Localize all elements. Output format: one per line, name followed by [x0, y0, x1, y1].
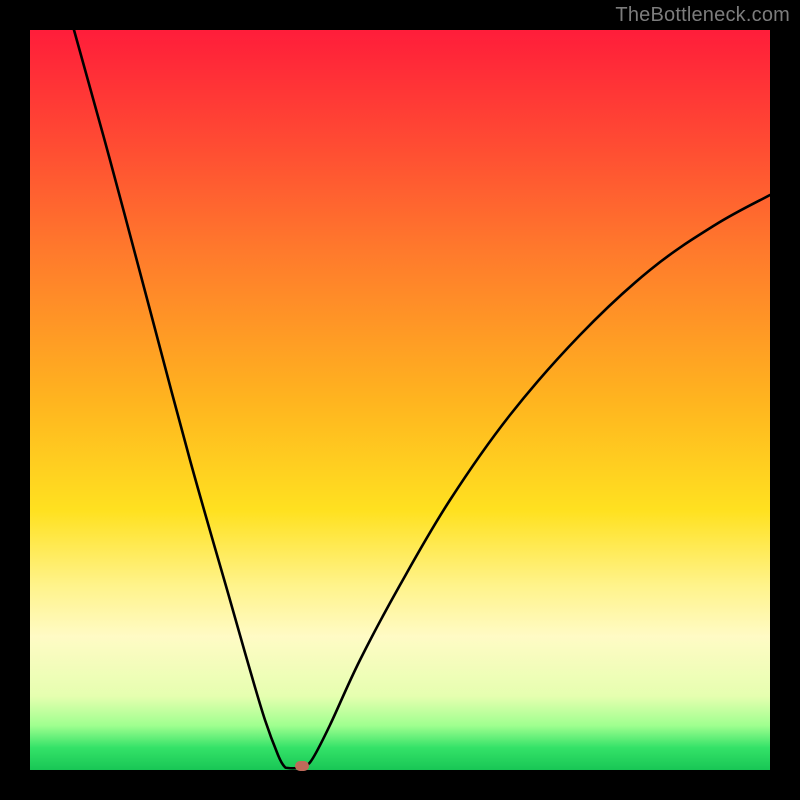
- optimal-point-marker: [295, 761, 309, 771]
- chart-frame: TheBottleneck.com: [0, 0, 800, 800]
- curve-path: [74, 30, 770, 768]
- bottleneck-curve: [30, 30, 770, 770]
- gradient-plot-area: [30, 30, 770, 770]
- watermark-text: TheBottleneck.com: [615, 4, 790, 27]
